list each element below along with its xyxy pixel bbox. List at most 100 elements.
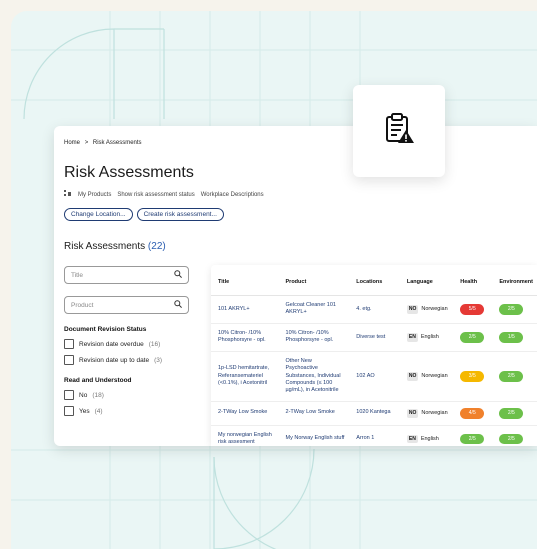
action-bar: Change Location... Create risk assessmen… [64,208,224,221]
revision-overdue-count: (16) [148,340,161,348]
cell-title[interactable]: 1p-LSD hemitartrate, Referansemateriel (… [211,351,279,402]
title-placeholder: Title [71,271,84,279]
breadcrumb: Home > Risk Assessments [64,140,145,146]
cell-location: Arron 1 [349,425,400,446]
cell-product: 2-TWay Low Smoke [278,401,350,426]
breadcrumb-home[interactable]: Home [64,140,80,146]
change-location-button[interactable]: Change Location... [64,208,133,221]
cell-title[interactable]: 2-TWay Low Smoke [211,401,279,426]
filter-panel: Title Product Document Revision Status R… [64,266,189,422]
checkbox-box[interactable] [64,390,74,400]
language-name: English [420,333,439,340]
language-name: Norwegian [421,409,448,416]
language-name: Norwegian [421,306,448,313]
environment-badge: 2/5 [499,304,524,315]
column-header-locations[interactable]: Locations [349,265,400,296]
revision-status-heading: Document Revision Status [64,326,147,333]
risk-assessments-window: Home > Risk Assessments Risk Assessments… [54,126,537,446]
environment-badge: 2/5 [499,370,524,382]
search-icon [174,270,182,280]
cell-title[interactable]: 10% Citron- /10% Phosphorsyre - opl. [211,323,279,352]
cell-health: 2/5 [453,425,493,446]
table-header-row: Title Product Locations Language Health … [211,265,537,296]
clipboard-warning-icon [382,112,416,151]
table-row[interactable]: 10% Citron- /10% Phosphorsyre - opl. 10%… [211,323,537,352]
subnav: My Products Show risk assessment status … [64,190,264,199]
subnav-my-products[interactable]: My Products [78,192,111,198]
product-placeholder: Product [71,301,94,309]
health-badge: 5/5 [460,304,485,315]
checkbox-box[interactable] [64,406,74,416]
language-name: Norwegian [421,372,448,379]
breadcrumb-separator: > [84,140,89,146]
cell-language: NO Norwegian [399,351,454,402]
table-row[interactable]: 2-TWay Low Smoke 2-TWay Low Smoke 1020 K… [211,401,537,426]
product-search-input[interactable]: Product [64,296,189,314]
revision-uptodate-count: (3) [154,356,163,364]
language-code: NO [406,371,419,381]
cell-environment: 1/5 [492,323,537,352]
search-icon [174,300,182,310]
language-code: NO [406,408,419,418]
cell-language: NO Norwegian [399,295,454,324]
cell-environment: 2/5 [492,351,537,402]
list-heading-count: (22) [147,241,166,252]
list-heading: Risk Assessments (22) [64,241,166,252]
table-row[interactable]: 1p-LSD hemitartrate, Referansemateriel (… [211,351,537,402]
cell-location: 4. etg. [349,295,400,324]
revision-overdue-label: Revision date overdue [79,340,144,348]
table-row[interactable]: 101 AKRYL+ Gelcoat Cleaner 101 AKRYL+ 4.… [211,295,537,324]
read-no-label: No [79,391,88,399]
cell-location: Diverse test [349,323,400,352]
feature-icon-card [353,85,445,177]
cell-environment: 2/5 [492,401,537,426]
column-header-product[interactable]: Product [278,265,350,296]
language-code: EN [406,332,418,342]
read-yes-checkbox[interactable]: Yes (4) [64,406,189,416]
read-yes-count: (4) [94,407,103,415]
cell-language: NO Norwegian [399,401,454,426]
read-yes-label: Yes [79,407,90,415]
read-understood-heading: Read and Understood [64,377,132,384]
read-no-count: (18) [92,391,104,399]
products-icon [64,190,72,199]
cell-health: 3/5 [453,351,493,402]
risk-assessments-table: Title Product Locations Language Health … [211,265,537,446]
risk-assessments-table-panel: Title Product Locations Language Health … [211,265,537,446]
column-header-title[interactable]: Title [211,265,279,296]
cell-product: Other New Psychoactive Substances, Indiv… [278,351,350,402]
subnav-workplace-descriptions[interactable]: Workplace Descriptions [201,192,264,198]
health-badge: 2/5 [460,331,485,343]
environment-badge: 2/5 [499,433,524,445]
cell-health: 5/5 [453,295,493,324]
cell-title[interactable]: My norwegian English risk assesment [211,425,279,446]
create-risk-assessment-button[interactable]: Create risk assessment... [136,208,224,221]
column-header-environment[interactable]: Environment [492,265,537,296]
language-name: English [420,435,439,442]
read-no-checkbox[interactable]: No (18) [64,390,189,400]
environment-badge: 2/5 [499,407,524,419]
cell-product: Gelcoat Cleaner 101 AKRYL+ [278,295,350,324]
column-header-health[interactable]: Health [453,265,493,296]
checkbox-box[interactable] [64,355,74,365]
cell-environment: 2/5 [492,295,537,324]
cell-health: 4/5 [453,401,493,426]
subnav-show-status[interactable]: Show risk assessment status [117,192,194,198]
title-search-input[interactable]: Title [64,266,189,284]
cell-location: 1020 Kantega [349,401,400,426]
cell-title[interactable]: 101 AKRYL+ [211,295,279,324]
revision-overdue-checkbox[interactable]: Revision date overdue (16) [64,339,189,349]
revision-uptodate-checkbox[interactable]: Revision date up to date (3) [64,355,189,365]
table-row[interactable]: My norwegian English risk assesment My N… [211,425,537,446]
breadcrumb-current: Risk Assessments [92,140,142,146]
health-badge: 2/5 [460,433,485,445]
cell-product: My Norway English stuff [278,425,350,446]
checkbox-box[interactable] [64,339,74,349]
column-header-language[interactable]: Language [399,265,454,296]
language-code: NO [406,305,419,314]
cell-language: EN English [399,425,454,446]
cell-environment: 2/5 [492,425,537,446]
environment-badge: 1/5 [499,331,524,343]
page-title: Risk Assessments [64,164,194,181]
health-badge: 3/5 [460,370,485,382]
